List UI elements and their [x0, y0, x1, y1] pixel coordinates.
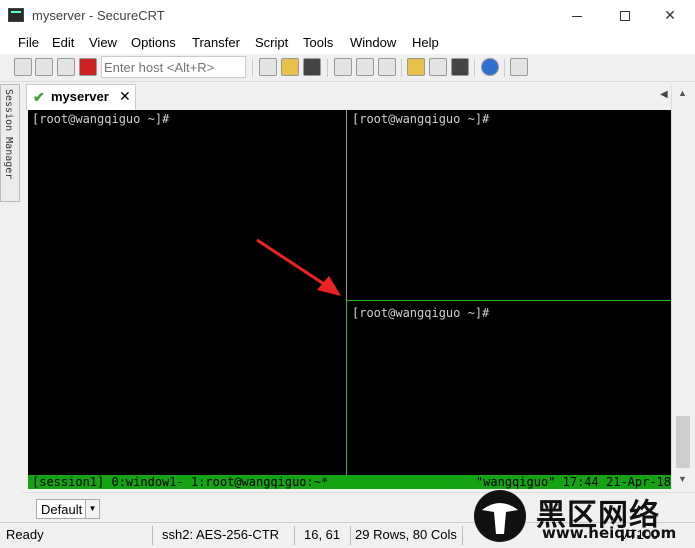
menu-help[interactable]: Help	[412, 35, 439, 50]
status-cursor-position: 16, 61	[304, 527, 341, 542]
watermark-logo-icon	[474, 490, 526, 542]
tmux-window-list: [session1] 0:window1- 1:root@wangqiguo:~…	[32, 475, 329, 489]
toolbar-divider	[401, 59, 402, 77]
disconnect-icon[interactable]	[79, 58, 97, 76]
toolbar-divider	[252, 59, 253, 77]
status-divider	[294, 526, 295, 545]
pane-divider-vertical-active	[346, 300, 347, 476]
menu-transfer[interactable]: Transfer	[192, 35, 240, 50]
securecrt-app-icon	[8, 8, 24, 22]
menu-script[interactable]: Script	[255, 35, 288, 50]
menu-bar: File Edit View Options Transfer Script T…	[0, 32, 695, 54]
left-pane-prompt: [root@wangqiguo ~]#	[32, 112, 170, 126]
tmux-host-time: "wangqiguo" 17:44 21-Apr-18	[475, 475, 671, 489]
tab-scroll-left-icon[interactable]: ◀	[660, 89, 668, 100]
menu-file[interactable]: File	[18, 35, 39, 50]
watermark-url: www.heiqu.com	[542, 524, 677, 542]
scroll-up-icon[interactable]: ▲	[678, 88, 687, 98]
menu-edit[interactable]: Edit	[52, 35, 74, 50]
paste-icon[interactable]	[281, 58, 299, 76]
session-manager-label: Session Manager	[3, 89, 14, 180]
print-icon[interactable]	[334, 58, 352, 76]
maximize-button[interactable]	[610, 4, 640, 26]
tab-label: myserver	[51, 89, 109, 104]
print-setup-icon[interactable]	[356, 58, 374, 76]
button-bar-select[interactable]: Default ▼	[36, 499, 100, 519]
status-terminal-size: 29 Rows, 80 Cols	[355, 527, 457, 542]
copy-icon[interactable]	[259, 58, 277, 76]
print-selection-icon[interactable]	[378, 58, 396, 76]
menu-options[interactable]: Options	[131, 35, 176, 50]
tab-bar: ✔ myserver ✕ ◀ ▶	[22, 84, 695, 110]
button-bar-selected: Default	[41, 502, 83, 517]
connected-check-icon: ✔	[33, 89, 45, 105]
close-button[interactable]: ✕	[655, 4, 685, 26]
toolbar-divider	[474, 59, 475, 77]
status-divider	[462, 526, 463, 545]
global-options-icon[interactable]	[429, 58, 447, 76]
menu-view[interactable]: View	[89, 35, 117, 50]
sftp-icon[interactable]	[510, 58, 528, 76]
keymap-icon[interactable]	[451, 58, 469, 76]
maximize-icon	[620, 11, 630, 22]
scroll-down-icon[interactable]: ▼	[678, 474, 687, 484]
pane-divider-horizontal	[347, 300, 671, 301]
reconnect-icon[interactable]	[57, 58, 75, 76]
scrollbar-thumb[interactable]	[676, 416, 690, 468]
toolbar-divider	[327, 59, 328, 77]
vertical-scrollbar[interactable]: ▲ ▼	[671, 86, 695, 490]
toolbar-divider	[504, 59, 505, 77]
tmux-status-bar: [session1] 0:window1- 1:root@wangqiguo:~…	[28, 475, 671, 489]
watermark: 黑区网络 www.heiqu.com	[468, 488, 693, 546]
minimize-button[interactable]	[562, 4, 592, 26]
close-icon: ✕	[664, 7, 676, 23]
minimize-icon	[572, 15, 582, 17]
menu-window[interactable]: Window	[350, 35, 396, 50]
tab-close-icon[interactable]: ✕	[119, 88, 131, 105]
window-title: myserver - SecureCRT	[32, 8, 165, 23]
menu-tools[interactable]: Tools	[303, 35, 333, 50]
terminal-screen[interactable]: [root@wangqiguo ~]# [root@wangqiguo ~]# …	[28, 110, 671, 489]
title-bar: myserver - SecureCRT ✕	[0, 0, 695, 32]
top-right-pane-prompt: [root@wangqiguo ~]#	[352, 112, 490, 126]
status-divider	[152, 526, 153, 545]
find-icon[interactable]	[303, 58, 321, 76]
chevron-down-icon[interactable]: ▼	[85, 500, 99, 518]
bottom-right-pane-prompt: [root@wangqiguo ~]#	[352, 306, 490, 320]
session-options-icon[interactable]	[407, 58, 425, 76]
status-cipher: ssh2: AES-256-CTR	[162, 527, 280, 542]
annotation-arrow-icon	[256, 238, 341, 296]
host-input[interactable]	[101, 56, 246, 78]
session-manager-tab[interactable]: Session Manager	[0, 84, 20, 202]
status-divider	[350, 526, 351, 545]
quick-connect-icon[interactable]	[35, 58, 53, 76]
status-ready: Ready	[6, 527, 44, 542]
help-icon[interactable]	[481, 58, 499, 76]
connect-icon[interactable]	[14, 58, 32, 76]
tab-myserver[interactable]: ✔ myserver ✕	[26, 84, 136, 110]
